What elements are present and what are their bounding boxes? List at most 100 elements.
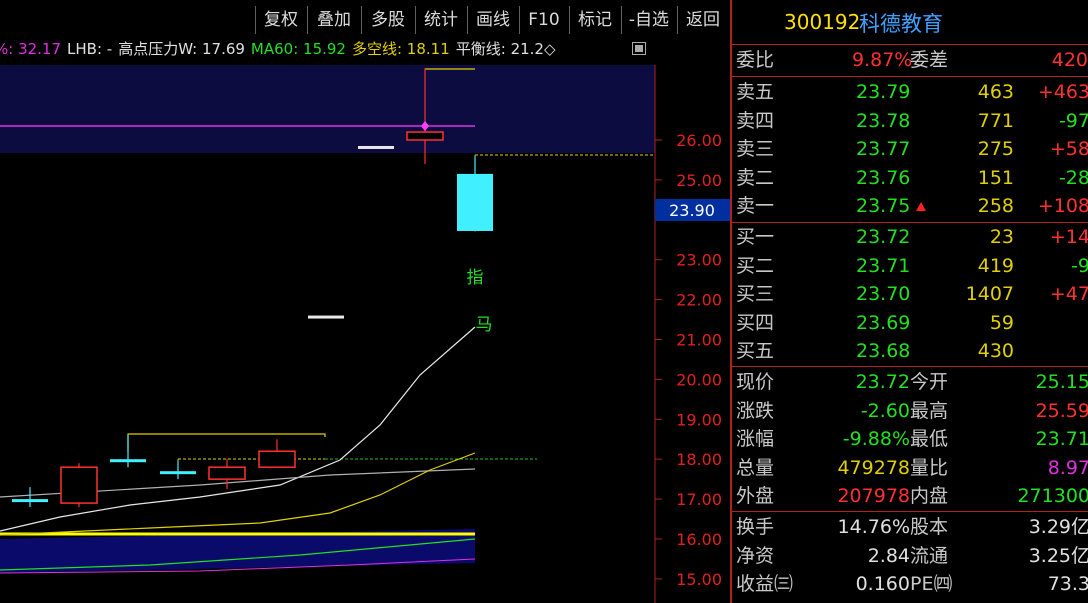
buy-price: 23.70 [856,283,911,305]
fund-row[interactable]: 净资 2.84 流通 3.25亿 [732,542,1088,570]
quote-label-2: 最高 [910,399,949,422]
quote-label: 总量 [736,456,775,479]
axis-tick-label: 16.00 [676,530,722,549]
chart-toolbar: 复权 叠加 多股 统计 画线 F10 标记 -自选 返回 [0,6,730,36]
f10-button[interactable]: F10 [519,6,568,34]
buy-level-label: 买五 [736,340,775,362]
weibi-value: 9.87% [852,49,913,71]
weibi-label: 委比 [736,49,775,71]
stock-code: 300192 [784,10,861,34]
fund-row[interactable]: 收益㈢ 0.160 PE㈣ 73.3 [732,570,1088,598]
buy-level-label: 买四 [736,311,775,334]
buy-volume: 430 [977,340,1014,362]
quote-row[interactable]: 涨幅 -9.88% 最低 23.71 [732,425,1088,453]
axis-tick-label: 18.00 [676,450,722,469]
fuquan-button[interactable]: 复权 [255,6,306,34]
add-watchlist-button[interactable]: -自选 [621,6,676,34]
candle-body[interactable] [457,173,493,231]
up-arrow-icon [916,202,926,211]
buy-level-row[interactable]: 买五 23.68 430 [732,337,1088,365]
mark-button[interactable]: 标记 [569,6,620,34]
axis-tick-label: 25.00 [676,171,722,190]
quote-row[interactable]: 现价 23.72 今开 25.15 [732,368,1088,396]
current-price-label: 23.90 [669,201,715,220]
buy-level-label: 买一 [736,226,775,248]
sell-level-row[interactable]: 卖二 23.76 151 -28 [732,164,1088,192]
sell-price: 23.77 [856,138,911,160]
buy-volume: 1407 [965,283,1014,305]
candle-body[interactable] [160,471,196,475]
fund-label: 换手 [736,516,775,538]
quote-label: 外盘 [736,485,775,507]
quote-value-2: 25.59 [1035,399,1088,422]
indicator-toggle-icon[interactable] [632,42,646,55]
weicha-label: 委差 [910,49,949,71]
divider [732,76,1088,77]
candle-body[interactable] [406,131,444,141]
buy-change: -9 [1071,254,1088,277]
quote-row[interactable]: 总量 479278 量比 8.97 [732,454,1088,482]
axis-tick-label: 17.00 [676,490,722,509]
sell-level-label: 卖五 [736,81,775,103]
weibi-row: 委比 9.87% 委差 420 [732,46,1088,74]
candle-body[interactable] [12,499,48,503]
buy-price: 23.72 [856,226,911,248]
quote-value: 479278 [837,456,910,479]
buy-volume: 23 [989,226,1014,248]
kline-chart[interactable]: 指 马 26.00 25.00 23.00 22.00 21.00 20.00 19.00 1… [0,65,730,603]
fund-row[interactable]: 换手 14.76% 股本 3.29亿 [732,513,1088,541]
sell-level-row[interactable]: 卖一 23.75 258 +108 [732,192,1088,220]
quote-label-2: 最低 [910,428,949,450]
sell-change: -97 [1058,109,1088,132]
sell-price: 23.79 [856,81,911,103]
divider [732,511,1088,512]
buy-change: +14 [1049,226,1088,248]
candle-body[interactable] [110,459,146,463]
indicator-legend: %: 32.17 LHB: - 高点压力W: 17.69 MA60: 15.92 多空线… [0,38,650,60]
sell-volume: 258 [977,195,1014,217]
back-button[interactable]: 返回 [677,6,728,34]
candle-body[interactable] [258,450,296,468]
quote-value: 207978 [837,485,910,507]
quote-value: 23.72 [855,371,910,393]
sell-level-row[interactable]: 卖三 23.77 275 +58 [732,135,1088,163]
buy-change: +47 [1049,283,1088,305]
overlay-button[interactable]: 叠加 [307,6,360,34]
indicator-long-short-line: 多空线: 18.11 [351,40,450,58]
quote-label-2: 今开 [910,371,949,393]
buy-level-row[interactable]: 买四 23.69 59 [732,309,1088,337]
buy-level-row[interactable]: 买三 23.70 1407 +47 [732,280,1088,308]
quote-value-2: 271300 [1017,485,1088,507]
weicha-value: 420 [1051,49,1088,71]
quote-panel: 300192 科德教育 委比 9.87% 委差 420 卖五 23.79 463 +4… [730,0,1088,603]
sell-level-row[interactable]: 卖五 23.79 463 +463 [732,78,1088,106]
candle-body[interactable] [208,466,246,480]
quote-row[interactable]: 涨跌 -2.60 最高 25.59 [732,397,1088,425]
indicator-high-pressure: 高点压力W: 17.69 [118,40,245,58]
divider [732,366,1088,367]
multi-stock-button[interactable]: 多股 [361,6,414,34]
buy-level-label: 买三 [736,283,775,305]
fund-value-2: 3.25亿 [1028,544,1088,567]
candle-body[interactable] [308,315,344,319]
draw-line-button[interactable]: 画线 [467,6,518,34]
axis-tick-label: 21.00 [676,331,722,350]
sell-change: +463 [1037,81,1088,103]
quote-row[interactable]: 外盘 207978 内盘 271300 [732,482,1088,510]
buy-level-row[interactable]: 买一 23.72 23 +14 [732,223,1088,251]
sell-price: 23.75 [856,195,911,217]
sell-level-label: 卖一 [736,195,775,217]
candle-body[interactable] [60,466,98,504]
buy-price: 23.69 [856,311,911,334]
buy-level-label: 买二 [736,254,775,277]
statistics-button[interactable]: 统计 [415,6,466,34]
buy-volume: 419 [977,254,1014,277]
annotation-ma: 马 [476,315,493,335]
sell-price: 23.76 [856,166,911,189]
sell-level-label: 卖二 [736,166,775,189]
buy-level-row[interactable]: 买二 23.71 419 -9 [732,252,1088,280]
sell-level-row[interactable]: 卖四 23.78 771 -97 [732,107,1088,135]
candle-body[interactable] [358,145,394,149]
sell-change: +108 [1037,195,1088,217]
sell-level-label: 卖四 [736,109,775,132]
